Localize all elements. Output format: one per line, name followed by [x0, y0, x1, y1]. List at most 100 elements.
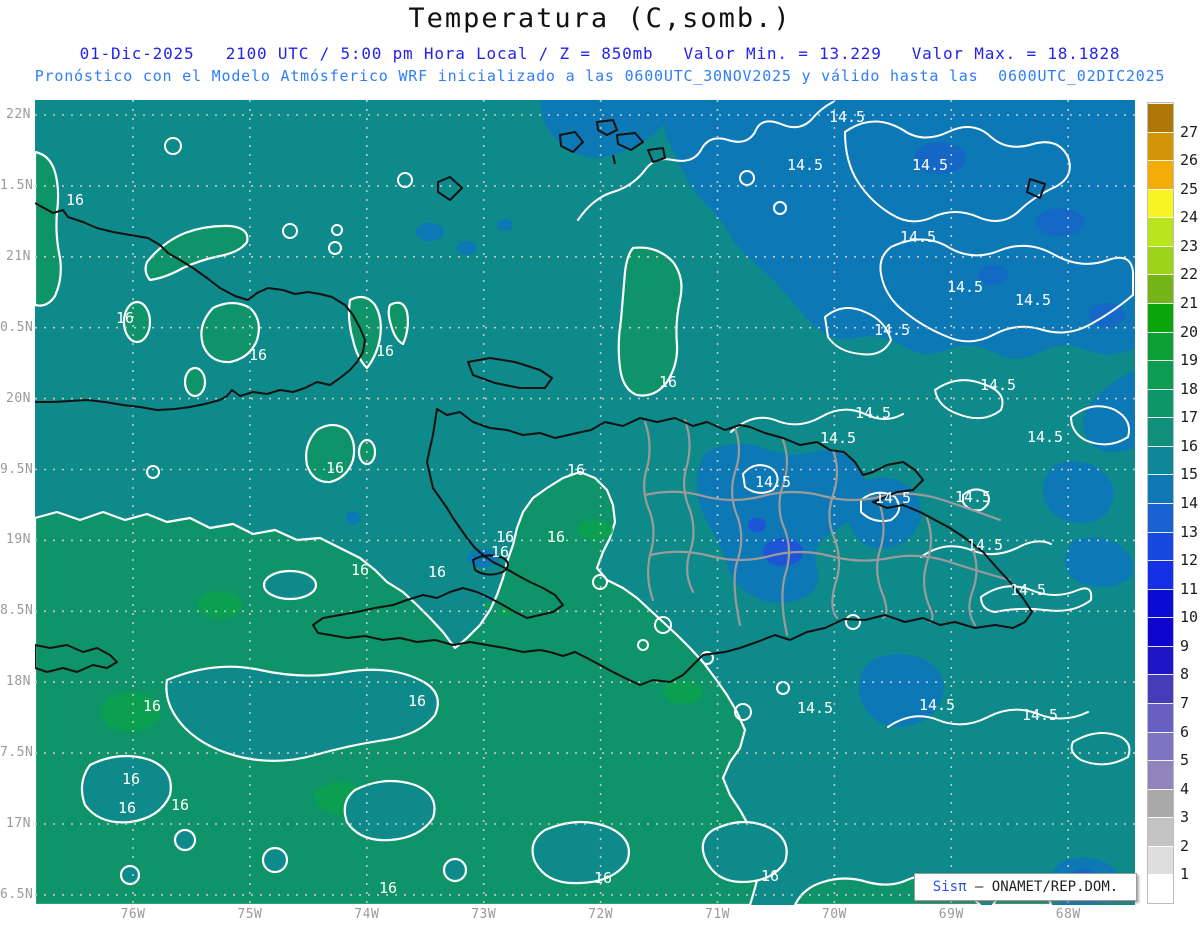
- colorbar-tick-label: 13: [1180, 522, 1199, 541]
- colorbar-tick-label: 21: [1180, 294, 1199, 312]
- y-axis-tick-label: 1.5N: [0, 177, 34, 193]
- contour-label-16: 16: [547, 528, 565, 546]
- colorbar-cell: [1148, 645, 1173, 675]
- colorbar-cell: [1148, 303, 1173, 332]
- colorbar-tick-label: 17: [1180, 408, 1199, 427]
- colorbar-tick-label: 18: [1180, 379, 1199, 398]
- colorbar-cell: [1148, 188, 1173, 218]
- colorbar-cell: [1148, 360, 1173, 389]
- contour-label-14-5: 14.5: [829, 108, 865, 126]
- contour-label-16: 16: [379, 879, 397, 897]
- subtitle-forecast-info: Pronóstico con el Modelo Atmósferico WRF…: [34, 67, 1166, 85]
- colorbar-tick-label: 8: [1180, 665, 1190, 684]
- x-axis-tick-label: 71W: [705, 907, 730, 922]
- contour-label-16: 16: [116, 309, 134, 327]
- contour-label-16: 16: [594, 869, 612, 887]
- y-axis-tick-label: 17N: [6, 816, 31, 831]
- colorbar-tick-label: 11: [1180, 579, 1199, 598]
- contour-label-16: 16: [122, 770, 140, 788]
- pi-icon: π: [958, 879, 967, 895]
- page-title: Temperatura (C,somb.): [408, 3, 792, 34]
- colorbar-cell: [1148, 703, 1173, 732]
- branding-org: – ONAMET/REP.DOM.: [966, 879, 1119, 895]
- colorbar: [1147, 102, 1174, 904]
- subtitle-segment: 01-Dic-2025 2100 UTC / 5:00 pm Hora Loca…: [79, 44, 654, 63]
- x-axis-tick-label: 76W: [120, 907, 146, 922]
- colorbar-tick-label: 20: [1180, 322, 1199, 341]
- contour-label-14-5: 14.5: [787, 156, 823, 174]
- colorbar-cell: [1148, 731, 1173, 761]
- colorbar-tick-label: 12: [1180, 551, 1199, 570]
- colorbar-tick-label: 6: [1180, 722, 1190, 741]
- contour-label-14-5: 14.5: [1010, 581, 1046, 599]
- y-axis-tick-label: 9.5N: [0, 461, 34, 477]
- contour-label-14-5: 14.5: [855, 404, 891, 422]
- colorbar-tick-label: 27: [1180, 122, 1199, 141]
- x-axis-tick-label: 74W: [354, 907, 380, 922]
- colorbar-tick-label: 16: [1180, 436, 1199, 455]
- x-axis-tick-label: 70W: [821, 907, 847, 922]
- y-axis-tick-label: 22N: [6, 107, 31, 122]
- x-axis-tick-label: 68W: [1055, 907, 1081, 922]
- x-axis-tick-label: 69W: [938, 907, 964, 922]
- map-canvas: 161616 161616 1616161616 1616 161616 161616 16…: [35, 100, 1135, 905]
- colorbar-cell: [1148, 788, 1173, 818]
- contour-label-16: 16: [428, 563, 446, 581]
- colorbar-cell: [1148, 131, 1173, 161]
- colorbar-cell: [1148, 274, 1173, 303]
- y-axis-tick-label: 8.5N: [0, 603, 34, 619]
- colorbar-tick-label: 23: [1180, 236, 1199, 255]
- colorbar-cell: [1148, 160, 1173, 189]
- contour-label-14-5: 14.5: [874, 321, 910, 339]
- contour-label-14-5: 14.5: [912, 156, 948, 174]
- colorbar-cell: [1148, 674, 1173, 703]
- contour-label-14-5: 14.5: [755, 473, 791, 491]
- contour-label-14-5: 14.5: [919, 696, 955, 714]
- contour-label-14-5: 14.5: [1015, 291, 1051, 309]
- branding-sis: Sis: [932, 879, 959, 895]
- colorbar-cell: [1148, 103, 1173, 132]
- colorbar-tick-label: 15: [1180, 465, 1199, 484]
- contour-label-14-5: 14.5: [1027, 428, 1063, 446]
- colorbar-cell: [1148, 217, 1173, 246]
- y-axis-tick-label: 0.5N: [0, 319, 34, 335]
- colorbar-cell: [1148, 331, 1173, 361]
- contour-label-16: 16: [491, 543, 509, 561]
- y-axis-tick-label: 21N: [6, 248, 31, 264]
- colorbar-cell: [1148, 445, 1173, 475]
- y-axis-tick-label: 20N: [6, 390, 31, 406]
- y-axis-tick-label: 7.5N: [0, 745, 34, 761]
- colorbar-tick-label: 3: [1180, 808, 1190, 827]
- colorbar-tick-label: 1: [1180, 865, 1190, 884]
- contour-label-14-5: 14.5: [820, 429, 856, 447]
- subtitle-datetime: 01-Dic-2025 2100 UTC / 5:00 pm Hora Loca…: [0, 44, 1200, 63]
- contour-label-16: 16: [408, 692, 426, 710]
- colorbar-tick-label: 25: [1180, 179, 1199, 198]
- weather-map-page: Temperatura (C,somb.) 01-Dic-2025 2100 U…: [0, 0, 1200, 927]
- contour-label-14-5: 14.5: [980, 376, 1016, 394]
- colorbar-cell: [1148, 388, 1173, 418]
- contour-label-14-5: 14.5: [955, 488, 991, 506]
- x-axis-tick-label: 75W: [237, 907, 263, 922]
- colorbar-tick-label: 24: [1180, 208, 1199, 227]
- contour-label-14-5: 14.5: [797, 699, 833, 717]
- branding-badge: Sis π – ONAMET/REP.DOM.: [914, 873, 1137, 901]
- colorbar-tick-label: 26: [1180, 151, 1199, 170]
- subtitle-segment: Valor Max. = 18.1828: [911, 44, 1121, 63]
- y-axis-tick-label: 19N: [6, 532, 31, 548]
- colorbar-cell: [1148, 531, 1173, 561]
- subtitle-segment: Valor Min. = 13.229: [683, 44, 882, 63]
- contour-label-14-5: 14.5: [900, 228, 936, 246]
- colorbar-cell: [1148, 417, 1173, 446]
- x-axis-tick-label: 73W: [471, 907, 497, 922]
- x-axis-tick-label: 72W: [588, 907, 614, 922]
- colorbar-cell: [1148, 817, 1173, 846]
- colorbar-tick-label: 7: [1180, 694, 1190, 712]
- colorbar-cell: [1148, 560, 1173, 589]
- y-axis-tick-label: 18N: [6, 674, 31, 690]
- contour-label-16: 16: [326, 459, 344, 477]
- contour-label-16: 16: [143, 697, 161, 715]
- contour-label-16: 16: [66, 191, 84, 209]
- contour-label-14-5: 14.5: [875, 489, 911, 507]
- colorbar-cell: [1148, 503, 1173, 532]
